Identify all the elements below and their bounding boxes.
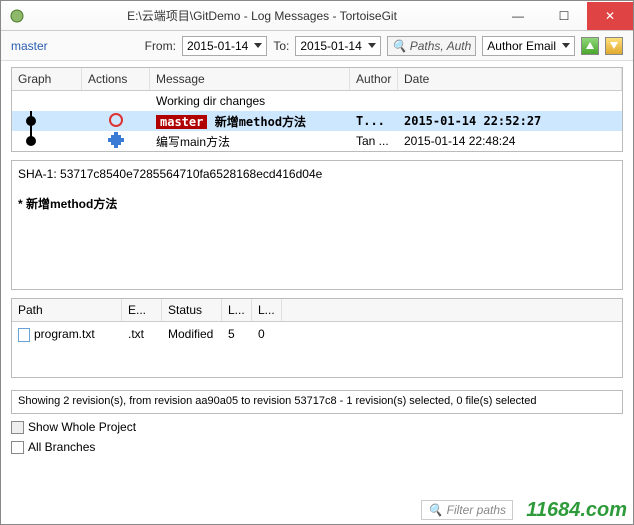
file-lines-added: 5 [222, 325, 252, 344]
branch-link[interactable]: master [11, 39, 48, 53]
app-icon [5, 4, 29, 28]
sha-value: 53717c8540e7285564710fa6528168ecd416d04e [60, 167, 322, 181]
author-filter-value: Author Email [487, 39, 556, 53]
commit-author: T... [350, 112, 398, 130]
file-lines-removed: 0 [252, 325, 282, 344]
close-button[interactable]: ✕ [587, 2, 633, 30]
status-bar: Showing 2 revision(s), from revision aa9… [11, 390, 623, 414]
col-actions[interactable]: Actions [82, 68, 150, 90]
paths-authors-button[interactable]: 🔍 Paths, Auth [387, 36, 477, 56]
commit-detail-message: * 新增method方法 [18, 195, 616, 212]
sha-label: SHA-1: [18, 167, 57, 181]
chevron-down-icon [562, 43, 570, 48]
all-branches-label: All Branches [28, 440, 95, 454]
commit-message: Working dir changes [150, 92, 350, 110]
col-author[interactable]: Author [350, 68, 398, 90]
file-icon [18, 328, 30, 342]
search-icon: 🔍 [428, 503, 443, 517]
commit-row[interactable]: master 新增method方法 T... 2015-01-14 22:52:… [12, 111, 622, 131]
filter-placeholder: Filter paths [447, 503, 506, 517]
show-whole-label: Show Whole Project [28, 420, 136, 434]
from-date-value: 2015-01-14 [187, 39, 248, 53]
fcol-status[interactable]: Status [162, 299, 222, 321]
commit-date: 2015-01-14 22:52:27 [398, 112, 622, 130]
col-date[interactable]: Date [398, 68, 622, 90]
bottom-options: Show Whole Project [1, 414, 633, 440]
file-ext: .txt [122, 325, 162, 344]
action-icon [109, 113, 123, 127]
commit-list-header: Graph Actions Message Author Date [12, 68, 622, 91]
commit-message: 新增method方法 [215, 115, 306, 129]
commit-date: 2015-01-14 22:48:24 [398, 132, 622, 150]
commit-details-pane[interactable]: SHA-1: 53717c8540e7285564710fa6528168ecd… [11, 160, 623, 290]
window-title: E:\云端项目\GitDemo - Log Messages - Tortois… [29, 7, 495, 24]
to-date-value: 2015-01-14 [300, 39, 361, 53]
commit-row[interactable]: 编写main方法 Tan ... 2015-01-14 22:48:24 [12, 131, 622, 151]
chevron-down-icon [368, 43, 376, 48]
all-branches-checkbox[interactable]: All Branches [11, 440, 95, 454]
fcol-rem[interactable]: L... [252, 299, 282, 321]
from-date-picker[interactable]: 2015-01-14 [182, 36, 267, 56]
watermark: 11684.com [526, 499, 627, 522]
paths-authors-label: Paths, Auth [410, 39, 472, 53]
maximize-button[interactable]: ☐ [541, 2, 587, 30]
branch-tag: master [156, 115, 207, 129]
bottom-options-2: All Branches [1, 440, 633, 460]
col-message[interactable]: Message [150, 68, 350, 90]
commit-list: Graph Actions Message Author Date Workin… [11, 67, 623, 152]
filter-toolbar: master From: 2015-01-14 To: 2015-01-14 🔍… [1, 31, 633, 61]
fcol-path[interactable]: Path [12, 299, 122, 321]
col-graph[interactable]: Graph [12, 68, 82, 90]
minimize-button[interactable]: — [495, 2, 541, 30]
fcol-ext[interactable]: E... [122, 299, 162, 321]
nav-up-button[interactable] [581, 37, 599, 55]
file-path: program.txt [34, 327, 95, 341]
file-list: Path E... Status L... L... program.txt .… [11, 298, 623, 378]
to-label: To: [273, 39, 289, 53]
nav-down-button[interactable] [605, 37, 623, 55]
from-label: From: [145, 39, 176, 53]
file-status: Modified [162, 325, 222, 344]
titlebar: E:\云端项目\GitDemo - Log Messages - Tortois… [1, 1, 633, 31]
fcol-add[interactable]: L... [222, 299, 252, 321]
chevron-down-icon [254, 43, 262, 48]
commit-author: Tan ... [350, 132, 398, 150]
arrow-down-icon [610, 42, 618, 49]
show-whole-project-checkbox[interactable]: Show Whole Project [11, 420, 136, 434]
commit-row[interactable]: Working dir changes [12, 91, 622, 111]
author-filter-select[interactable]: Author Email [482, 36, 575, 56]
file-row[interactable]: program.txt .txt Modified 5 0 [12, 322, 622, 347]
to-date-picker[interactable]: 2015-01-14 [295, 36, 380, 56]
arrow-up-icon [586, 42, 594, 49]
action-icon [111, 135, 121, 145]
file-list-header: Path E... Status L... L... [12, 299, 622, 322]
filter-paths-input[interactable]: 🔍 Filter paths [421, 500, 513, 520]
commit-message: 编写main方法 [150, 131, 350, 152]
